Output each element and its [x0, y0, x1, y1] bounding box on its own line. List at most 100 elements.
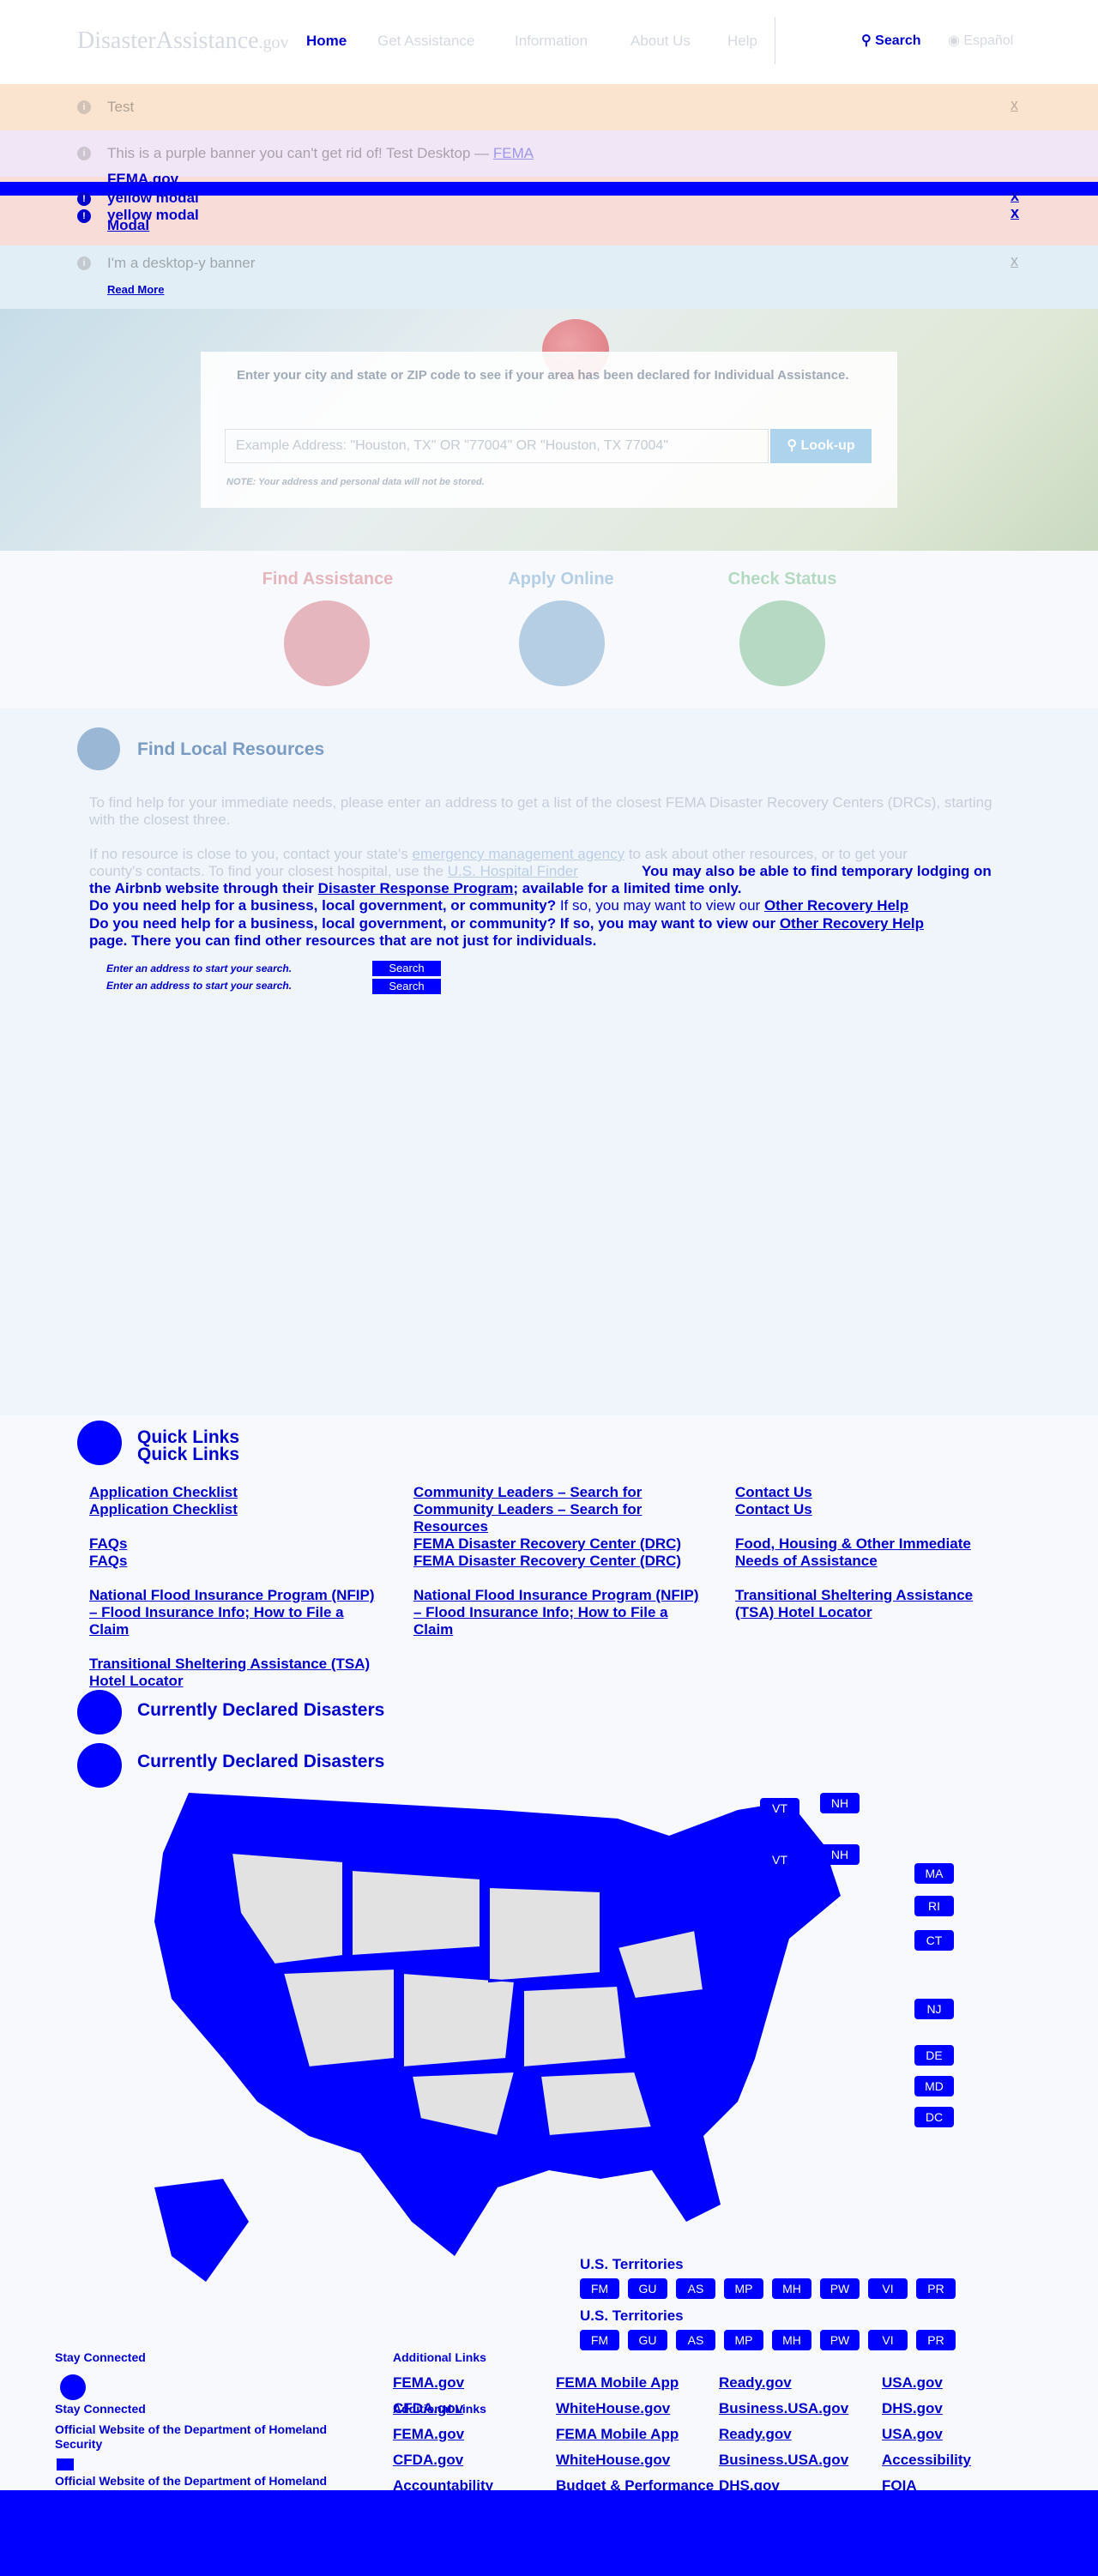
local-search-button[interactable]: Search: [372, 961, 441, 976]
overlay-close[interactable]: x: [1011, 204, 1019, 222]
apply-online-icon[interactable]: [519, 600, 605, 686]
local-search-input[interactable]: Enter an address to start your search.: [106, 962, 292, 974]
overlay-modal-link[interactable]: Modal: [107, 217, 149, 234]
territory-button-pw[interactable]: PW: [820, 2330, 860, 2350]
dhs-statement: Official Website of the Department of Ho…: [55, 2422, 328, 2451]
footer-link[interactable]: Ready.gov: [719, 2426, 792, 2443]
ema-link[interactable]: emergency management agency: [413, 846, 625, 862]
us-disaster-map[interactable]: [137, 1776, 935, 2308]
hospital-finder-link[interactable]: U.S. Hospital Finder: [448, 863, 578, 879]
footer-link[interactable]: USA.gov: [882, 2374, 943, 2392]
territory-button-mp[interactable]: MP: [724, 2278, 763, 2299]
apply-online-action[interactable]: Apply Online: [467, 570, 655, 589]
info-icon: i: [77, 100, 91, 114]
footer-link[interactable]: USA.gov: [882, 2426, 943, 2443]
nav-information[interactable]: Information: [515, 33, 588, 50]
territory-button-as[interactable]: AS: [676, 2278, 715, 2299]
banner-close[interactable]: x: [1011, 96, 1018, 114]
footer-link[interactable]: WhiteHouse.gov: [556, 2452, 670, 2469]
footer-link[interactable]: Business.USA.gov: [719, 2452, 848, 2469]
territory-button-pr[interactable]: PR: [916, 2278, 956, 2299]
footer-link[interactable]: DHS.gov: [882, 2400, 943, 2417]
footer-link[interactable]: FEMA.gov: [393, 2426, 464, 2443]
quick-link-community-leaders[interactable]: Community Leaders – Search for Community…: [413, 1484, 671, 1535]
territory-button-vi[interactable]: VI: [868, 2330, 908, 2350]
quick-link-contact-us[interactable]: Contact Us: [735, 1484, 1010, 1501]
footer-link[interactable]: CFDA.gov: [393, 2452, 463, 2469]
nav-get-assistance[interactable]: Get Assistance: [377, 33, 474, 50]
territory-button-as[interactable]: AS: [676, 2330, 715, 2350]
state-button-ct[interactable]: CT: [914, 1930, 954, 1951]
state-button-de[interactable]: DE: [914, 2045, 954, 2066]
territory-button-vi[interactable]: VI: [868, 2278, 908, 2299]
banner-text: Test: [107, 99, 135, 115]
overlay-close[interactable]: x: [1011, 187, 1019, 205]
territory-button-pw[interactable]: PW: [820, 2278, 860, 2299]
address-input[interactable]: Example Address: "Houston, TX" OR "77004…: [225, 429, 769, 463]
quick-link-tsa[interactable]: Transitional Sheltering Assistance (TSA)…: [89, 1656, 381, 1690]
quick-links-icon: [77, 1421, 122, 1465]
quick-link-faqs[interactable]: FAQs: [89, 1553, 381, 1570]
quick-link-drc[interactable]: FEMA Disaster Recovery Center (DRC): [413, 1553, 705, 1570]
social-icon[interactable]: [60, 2374, 86, 2400]
territory-button-mh[interactable]: MH: [772, 2330, 811, 2350]
recovery-help-link[interactable]: Other Recovery Help: [764, 897, 908, 914]
territory-button-gu[interactable]: GU: [628, 2278, 667, 2299]
state-button-vt[interactable]: VT: [760, 1849, 799, 1870]
territory-button-fm[interactable]: FM: [580, 2278, 619, 2299]
banner-close[interactable]: x: [1011, 252, 1018, 270]
quick-link-drc[interactable]: FEMA Disaster Recovery Center (DRC): [413, 1535, 705, 1553]
site-logo[interactable]: DisasterAssistance.gov: [77, 27, 289, 55]
footer-link[interactable]: FEMA Mobile App: [556, 2374, 679, 2392]
local-search-input[interactable]: Enter an address to start your search.: [106, 980, 292, 992]
state-button-vt[interactable]: VT: [760, 1798, 799, 1819]
read-more-link[interactable]: Read More: [107, 283, 164, 296]
territory-button-gu[interactable]: GU: [628, 2330, 667, 2350]
state-button-ri[interactable]: RI: [914, 1896, 954, 1916]
nav-home[interactable]: Home: [306, 33, 347, 50]
quick-link-application-checklist[interactable]: Application Checklist: [89, 1484, 381, 1501]
footer-link[interactable]: FEMA Mobile App: [556, 2426, 679, 2443]
lookup-button[interactable]: ⚲ Look-up: [770, 429, 872, 463]
footer-link[interactable]: Business.USA.gov: [719, 2400, 848, 2417]
quick-link-faqs[interactable]: FAQs: [89, 1535, 381, 1553]
local-hospital: county's contacts. To find your closest …: [89, 863, 578, 879]
quick-links-title: Quick Links: [137, 1445, 240, 1464]
banner-desktop: i I'm a desktop-y banner x: [0, 245, 1098, 309]
state-button-nj[interactable]: NJ: [914, 1999, 954, 2019]
footer-link[interactable]: FEMA.gov: [393, 2374, 464, 2392]
find-assistance-icon[interactable]: [284, 600, 370, 686]
footer-link[interactable]: Accessibility: [882, 2452, 971, 2469]
state-button-nh[interactable]: NH: [820, 1793, 860, 1813]
nav-about-us[interactable]: About Us: [630, 33, 691, 50]
declared-disasters-title: Currently Declared Disasters: [137, 1700, 385, 1720]
quick-link-nfip[interactable]: National Flood Insurance Program (NFIP) …: [413, 1587, 705, 1638]
espanol-link[interactable]: ◉ Español: [948, 32, 1013, 49]
check-status-action[interactable]: Check Status: [688, 570, 877, 589]
quick-link-contact-us[interactable]: Contact Us: [735, 1501, 1010, 1518]
local-search-button[interactable]: Search: [372, 979, 441, 994]
airbnb-link[interactable]: Disaster Response Program: [318, 880, 514, 896]
search-link[interactable]: ⚲ Search: [861, 32, 921, 49]
quick-link-tsa[interactable]: Transitional Sheltering Assistance (TSA)…: [735, 1587, 1010, 1621]
quick-link-immediate-needs[interactable]: Food, Housing & Other Immediate Needs of…: [735, 1535, 1010, 1570]
territory-button-fm[interactable]: FM: [580, 2330, 619, 2350]
territory-button-pr[interactable]: PR: [916, 2330, 956, 2350]
footer-link[interactable]: CFDA.gov: [393, 2400, 463, 2417]
state-button-dc[interactable]: DC: [914, 2107, 954, 2127]
find-assistance-action[interactable]: Find Assistance: [233, 570, 422, 589]
territory-button-mh[interactable]: MH: [772, 2278, 811, 2299]
quick-link-nfip[interactable]: National Flood Insurance Program (NFIP) …: [89, 1587, 381, 1638]
state-button-nh[interactable]: NH: [820, 1844, 860, 1865]
footer-link[interactable]: WhiteHouse.gov: [556, 2400, 670, 2417]
fema-link[interactable]: FEMA: [493, 145, 534, 161]
state-button-md[interactable]: MD: [914, 2076, 954, 2096]
territory-button-mp[interactable]: MP: [724, 2330, 763, 2350]
recovery-help-link-2[interactable]: Other Recovery Help: [780, 915, 924, 932]
check-status-icon[interactable]: [739, 600, 825, 686]
quick-link-application-checklist[interactable]: Application Checklist: [89, 1501, 381, 1518]
nav-help[interactable]: Help: [727, 33, 757, 50]
footer-link[interactable]: Ready.gov: [719, 2374, 792, 2392]
disasters-icon: [77, 1690, 122, 1734]
state-button-ma[interactable]: MA: [914, 1863, 954, 1884]
